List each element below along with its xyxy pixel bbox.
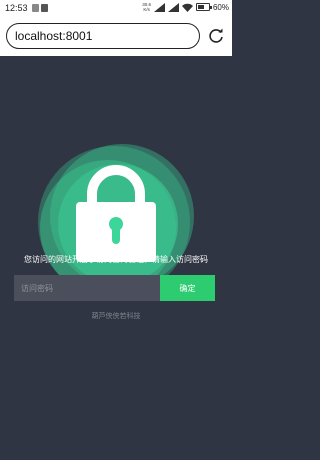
notification-icons <box>32 4 48 12</box>
reload-icon[interactable] <box>206 26 226 46</box>
footer-text: 葫芦侠侠若科技 <box>91 312 141 320</box>
address-bar[interactable]: localhost:8001 <box>6 23 200 49</box>
battery-fill <box>197 5 204 9</box>
status-right: 30.6 K/s 60% <box>142 2 229 12</box>
status-bar: 12:53 30.6 K/s 60% <box>0 0 232 18</box>
password-prompt-message: 您访问的网站开启了访问密码验证，请输入访问密码 <box>24 255 208 264</box>
net-speed-unit: K/s <box>143 7 150 12</box>
password-input[interactable] <box>14 275 160 301</box>
wifi-icon <box>181 3 193 12</box>
battery-icon <box>195 3 212 11</box>
browser-toolbar: localhost:8001 <box>0 18 232 56</box>
notification-icon <box>41 4 48 12</box>
signal-icon <box>153 2 165 12</box>
confirm-button[interactable]: 确定 <box>160 275 215 301</box>
signal-icon <box>167 2 179 12</box>
page-content: 您访问的网站开启了访问密码验证，请输入访问密码 确定 葫芦侠侠若科技 <box>0 56 232 460</box>
battery-text: 60% <box>212 2 229 12</box>
url-text: localhost:8001 <box>15 29 93 43</box>
notification-icon <box>32 4 39 12</box>
status-time: 12:53 <box>5 3 28 13</box>
net-speed: 30.6 K/s <box>142 2 151 12</box>
